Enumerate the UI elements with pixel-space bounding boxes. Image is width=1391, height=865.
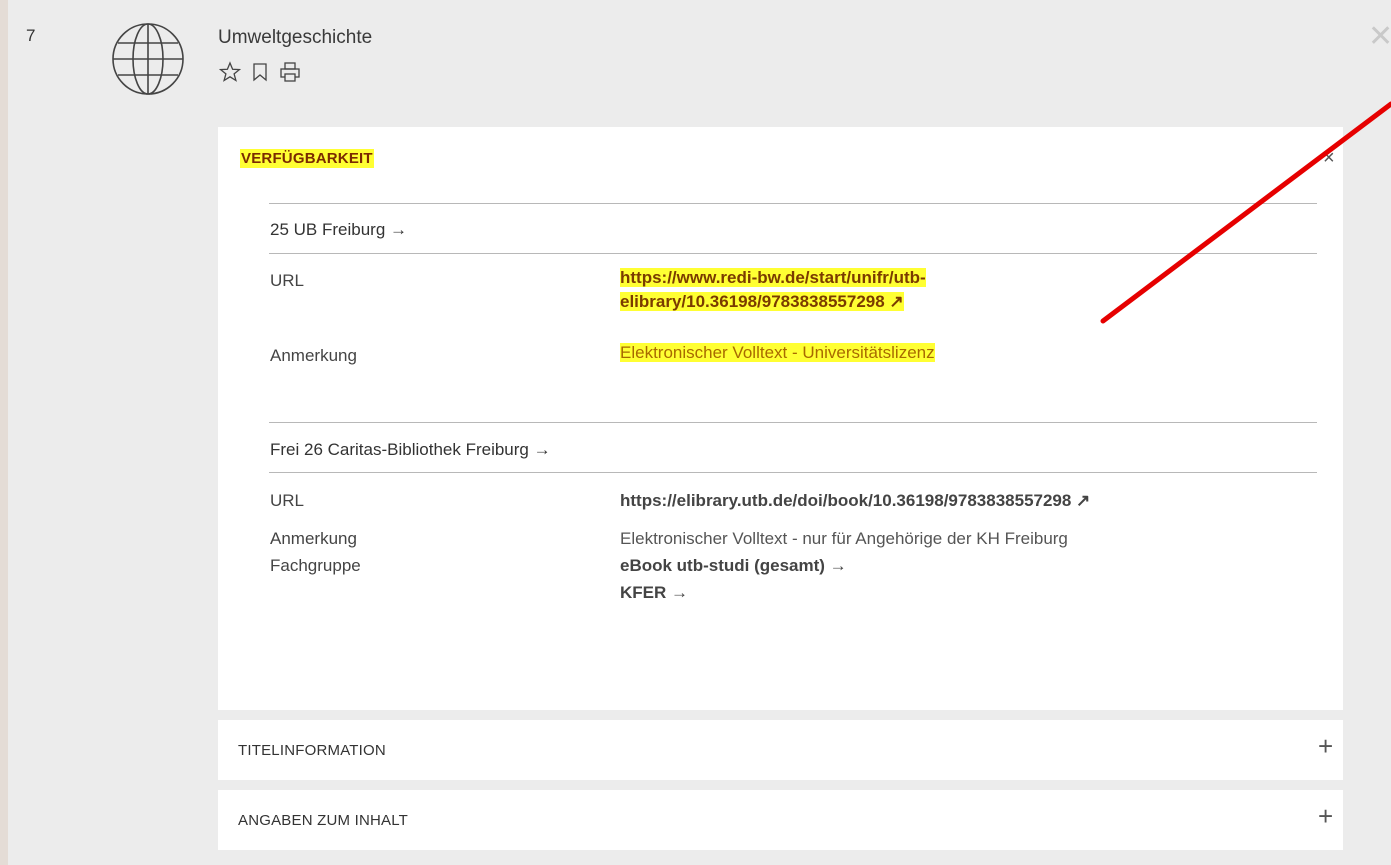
expand-icon[interactable]: + [1318,801,1333,832]
globe-icon [112,23,184,95]
url-label: URL [270,491,305,510]
location-name[interactable]: 25 UB Freiburg → [270,220,407,240]
availability-heading[interactable]: VERFÜGBARKEIT [240,149,374,168]
note-text: Elektronischer Volltext - Universitätsli… [620,343,935,362]
divider [269,253,1317,254]
url-link-line1[interactable]: https://www.redi-bw.de/start/unifr/utb- [620,268,926,287]
group-link[interactable]: KFER → [620,583,688,603]
accordion-titelinformation[interactable]: TITELINFORMATION + [218,720,1343,780]
bookmark-icon[interactable] [249,61,271,83]
divider [269,422,1317,423]
url-link[interactable]: https://www.redi-bw.de/start/unifr/utb- … [620,268,926,312]
group-label: Fachgruppe [270,556,361,575]
accordion-label: ANGABEN ZUM INHALT [238,812,409,829]
expand-icon[interactable]: + [1318,731,1333,762]
star-icon[interactable] [218,61,242,83]
accordion-angaben-zum-inhalt[interactable]: ANGABEN ZUM INHALT + [218,790,1343,850]
divider [269,472,1317,473]
url-link[interactable]: https://elibrary.utb.de/doi/book/10.3619… [620,491,1090,511]
divider [269,203,1317,204]
url-link-line2[interactable]: elibrary/10.36198/9783838557298 ↗ [620,292,904,311]
note-value: Elektronischer Volltext - nur für Angehö… [620,529,1068,548]
group-link[interactable]: eBook utb-studi (gesamt) → [620,556,847,576]
note-label: Anmerkung [270,346,357,365]
accordion-label: TITELINFORMATION [238,742,386,759]
record-title[interactable]: Umweltgeschichte [218,27,372,49]
availability-close-icon[interactable]: × [1323,147,1335,170]
close-icon[interactable]: ✕ [1368,22,1391,52]
url-label: URL [270,271,305,290]
print-icon[interactable] [279,61,301,83]
note-value: Elektronischer Volltext - Universitätsli… [620,343,935,363]
availability-panel: VERFÜGBARKEIT × 25 UB Freiburg → URL htt… [218,127,1343,710]
location-name[interactable]: Frei 26 Caritas-Bibliothek Freiburg → [270,440,551,460]
record-number: 7 [26,26,36,45]
note-label: Anmerkung [270,529,357,548]
record-actions [218,61,301,83]
